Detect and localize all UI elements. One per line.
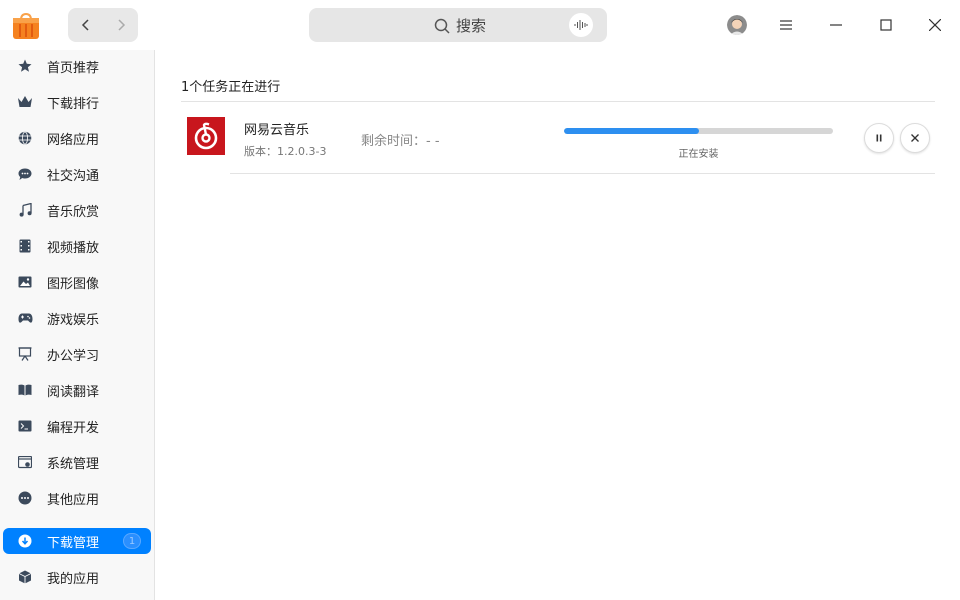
close-window-button[interactable] (923, 13, 947, 37)
sidebar-item-label: 我的应用 (47, 571, 100, 587)
crown-icon (17, 94, 33, 110)
presentation-icon (17, 346, 33, 362)
sidebar-item-label: 其他应用 (47, 492, 100, 508)
sidebar-item-label: 首页推荐 (47, 60, 100, 76)
sidebar-item-label: 办公学习 (47, 348, 100, 364)
minimize-icon (830, 24, 842, 26)
sidebar: 首页推荐 下载排行 网络应用 社交沟通 音乐欣赏 视频播放 图形图像 游戏娱乐 … (0, 50, 155, 600)
sidebar-item-label: 阅读翻译 (47, 384, 100, 400)
app-store-logo-icon (11, 11, 41, 41)
book-icon (17, 382, 33, 398)
star-icon (17, 58, 33, 74)
sidebar-item-label: 编程开发 (47, 420, 100, 436)
chevron-right-icon (117, 19, 125, 31)
pause-icon (876, 134, 882, 142)
sidebar-item-download-manager[interactable]: 下载管理 1 (3, 528, 151, 554)
hamburger-icon (780, 20, 792, 30)
sidebar-item-label: 社交沟通 (47, 168, 100, 184)
sidebar-item-my-apps[interactable]: 我的应用 (3, 564, 151, 590)
task-app-name: 网易云音乐 (244, 123, 310, 138)
avatar[interactable] (727, 15, 747, 35)
netease-music-app-icon (187, 117, 225, 155)
voice-search-button[interactable] (569, 13, 593, 37)
terminal-icon (17, 418, 33, 434)
chevron-left-icon (81, 19, 89, 31)
task-remaining-time: 剩余时间：- - (361, 134, 440, 149)
sidebar-item-label: 网络应用 (47, 132, 100, 148)
sidebar-item-label: 下载排行 (47, 96, 100, 112)
soundwave-icon (574, 20, 588, 30)
task-status-text: 正在安装 (678, 149, 719, 160)
page-title: 1个任务正在进行 (181, 80, 281, 95)
download-count-badge: 1 (123, 533, 141, 549)
globe-icon (17, 130, 33, 146)
sidebar-item-social[interactable]: 社交沟通 (3, 161, 151, 187)
more-icon (17, 490, 33, 506)
sidebar-item-label: 下载管理 (47, 535, 100, 551)
sidebar-item-home[interactable]: 首页推荐 (3, 53, 151, 79)
sidebar-item-label: 图形图像 (47, 276, 100, 292)
sidebar-item-development[interactable]: 编程开发 (3, 413, 151, 439)
forward-button[interactable] (103, 8, 138, 42)
task-app-version: 版本：1.2.0.3-3 (244, 145, 327, 158)
back-button[interactable] (68, 8, 103, 42)
pause-button[interactable] (864, 123, 894, 153)
image-icon (17, 274, 33, 290)
box-icon (17, 569, 33, 585)
sidebar-item-network[interactable]: 网络应用 (3, 125, 151, 151)
sidebar-item-games[interactable]: 游戏娱乐 (3, 305, 151, 331)
sidebar-item-label: 视频播放 (47, 240, 100, 256)
sidebar-item-reading[interactable]: 阅读翻译 (3, 377, 151, 403)
sidebar-item-ranking[interactable]: 下载排行 (3, 89, 151, 115)
sidebar-item-others[interactable]: 其他应用 (3, 485, 151, 511)
sidebar-item-label: 系统管理 (47, 456, 100, 472)
search-icon (434, 18, 450, 34)
divider (230, 173, 935, 174)
task-progress-fill (564, 128, 699, 134)
sidebar-item-system[interactable]: 系统管理 (3, 449, 151, 475)
music-icon (17, 202, 33, 218)
download-icon (17, 533, 33, 549)
gamepad-icon (17, 310, 33, 326)
search-input[interactable]: 搜索 (309, 8, 607, 42)
sidebar-item-office[interactable]: 办公学习 (3, 341, 151, 367)
sidebar-item-label: 音乐欣赏 (47, 204, 100, 220)
cancel-task-button[interactable] (900, 123, 930, 153)
maximize-button[interactable] (874, 13, 898, 37)
title-bar: 搜索 (0, 0, 960, 50)
menu-button[interactable] (774, 13, 798, 37)
sidebar-item-label: 游戏娱乐 (47, 312, 100, 328)
sidebar-item-video[interactable]: 视频播放 (3, 233, 151, 259)
close-icon (911, 134, 919, 142)
task-progress-bar (564, 128, 833, 134)
user-avatar-icon (727, 15, 747, 35)
maximize-icon (880, 19, 892, 31)
sidebar-item-graphics[interactable]: 图形图像 (3, 269, 151, 295)
search-placeholder: 搜索 (456, 17, 487, 35)
film-icon (17, 238, 33, 254)
minimize-button[interactable] (824, 13, 848, 37)
chat-icon (17, 166, 33, 182)
sidebar-item-music[interactable]: 音乐欣赏 (3, 197, 151, 223)
download-task-row: 网易云音乐 版本：1.2.0.3-3 剩余时间：- - 正在安装 (181, 102, 935, 174)
navigation-buttons (68, 8, 138, 42)
close-icon (929, 19, 941, 31)
system-icon (17, 454, 33, 470)
